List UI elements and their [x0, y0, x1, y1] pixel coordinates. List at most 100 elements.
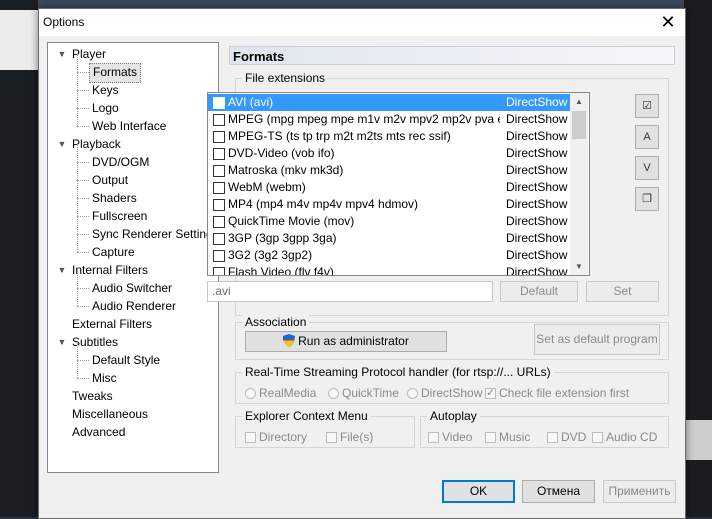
list-item[interactable]: 3GP (3gp 3gpp 3ga) DirectShow	[208, 230, 570, 247]
option-label: Audio CD	[606, 430, 658, 444]
tree-item-miscellaneous[interactable]: Miscellaneous	[72, 405, 148, 423]
options-tree[interactable]: Player ▼ Formats Keys Logo Web Interface Playb…	[47, 42, 219, 473]
format-checkbox[interactable]	[213, 267, 225, 275]
format-checkbox[interactable]	[213, 216, 225, 228]
radio-directshow[interactable]: DirectShow	[407, 386, 482, 400]
tree-item-capture[interactable]: Capture	[92, 243, 135, 261]
options-dialog: Options ✕ Player ▼ Formats Keys Logo Web Inte…	[38, 8, 686, 519]
list-item[interactable]: WebM (webm) DirectShow	[208, 179, 570, 196]
list-item[interactable]: Matroska (mkv mk3d) DirectShow	[208, 162, 570, 179]
expand-chevron-icon[interactable]: ▼	[57, 261, 67, 279]
background-app-left	[0, 0, 38, 517]
format-checkbox[interactable]	[213, 114, 225, 126]
list-item[interactable]: DVD-Video (vob ifo) DirectShow	[208, 145, 570, 162]
association-label: Association	[242, 315, 310, 329]
format-checkbox[interactable]	[213, 182, 225, 194]
option-label: DirectShow	[421, 386, 483, 400]
apply-button[interactable]: Применить	[603, 480, 676, 503]
list-item[interactable]: MPEG (mpg mpeg mpe m1v m2v mpv2 mp2v pva…	[208, 111, 570, 128]
format-filter: DirectShow	[506, 95, 568, 109]
option-label: Directory	[259, 430, 308, 444]
list-item[interactable]: MP4 (mp4 m4v mp4v mpv4 hdmov) DirectShow	[208, 196, 570, 213]
tree-item-sync-renderer-settings[interactable]: Sync Renderer Settings	[92, 225, 219, 243]
tree-item-formats[interactable]: Formats	[89, 63, 142, 83]
default-button[interactable]: Default	[500, 281, 578, 302]
tree-item-logo[interactable]: Logo	[92, 99, 119, 117]
run-as-admin-button[interactable]: Run as administrator	[245, 331, 447, 352]
check-audio-icon[interactable]: A	[635, 125, 659, 149]
checkbox-video[interactable]: Video	[428, 430, 472, 444]
list-item[interactable]: 3G2 (3g2 3gp2) DirectShow	[208, 247, 570, 264]
format-checkbox[interactable]	[213, 250, 225, 262]
tree-connector	[77, 144, 78, 162]
checkbox-file-s-[interactable]: File(s)	[326, 430, 373, 444]
tree-item-internal-filters[interactable]: Internal Filters	[72, 261, 148, 279]
list-item[interactable]: QuickTime Movie (mov) DirectShow	[208, 213, 570, 230]
checkbox-directory[interactable]: Directory	[245, 430, 307, 444]
close-icon[interactable]: ✕	[657, 12, 679, 32]
format-filter: DirectShow	[506, 146, 568, 160]
background-app-right	[684, 0, 712, 517]
option-label: Check file extension first	[499, 386, 630, 400]
tree-connector	[77, 360, 89, 361]
format-checkbox[interactable]	[213, 165, 225, 177]
tree-item-output[interactable]: Output	[92, 171, 128, 189]
check-all-icon[interactable]: ☑	[635, 94, 659, 118]
scroll-up-icon[interactable]: ▲	[570, 93, 588, 110]
tree-item-advanced[interactable]: Advanced	[72, 423, 125, 441]
tree-item-subtitles[interactable]: Subtitles	[72, 333, 118, 351]
set-default-program-button[interactable]: Set as default program	[534, 324, 660, 355]
tree-connector	[77, 180, 78, 198]
tree-item-default-style[interactable]: Default Style	[92, 351, 160, 369]
tree-connector	[77, 252, 89, 253]
format-name: 3G2 (3g2 3gp2)	[228, 248, 313, 262]
tree-item-external-filters[interactable]: External Filters	[72, 315, 152, 333]
list-item[interactable]: MPEG-TS (ts tp trp m2t m2ts mts rec ssif…	[208, 128, 570, 145]
scroll-down-icon[interactable]: ▼	[570, 258, 588, 275]
expand-chevron-icon[interactable]: ▼	[57, 45, 67, 63]
check-file-extension-checkbox[interactable]: Check file extension first	[485, 386, 629, 400]
format-checkbox[interactable]	[213, 97, 225, 109]
format-checkbox[interactable]	[213, 148, 225, 160]
format-checkbox[interactable]	[213, 131, 225, 143]
tree-connector	[77, 216, 78, 234]
tree-item-audio-switcher[interactable]: Audio Switcher	[92, 279, 172, 297]
set-button[interactable]: Set	[586, 281, 659, 302]
expand-chevron-icon[interactable]: ▼	[57, 135, 67, 153]
tree-item-shaders[interactable]: Shaders	[92, 189, 137, 207]
checkbox-dvd[interactable]: DVD	[547, 430, 586, 444]
tree-connector	[77, 162, 89, 163]
checkbox-music[interactable]: Music	[485, 430, 530, 444]
option-label: RealMedia	[259, 386, 317, 400]
cancel-button[interactable]: Отмена	[522, 480, 595, 503]
uncheck-all-icon[interactable]: ❐	[635, 187, 659, 211]
list-item[interactable]: Flash Video (flv f4v) DirectShow	[208, 264, 570, 275]
tree-connector	[77, 288, 78, 306]
format-checkbox[interactable]	[213, 233, 225, 245]
file-extensions-list[interactable]: Flash Video (flv f4v) DirectShow 3G2 (3g2 …	[207, 92, 590, 276]
tree-item-fullscreen[interactable]: Fullscreen	[92, 207, 147, 225]
format-checkbox[interactable]	[213, 199, 225, 211]
list-item[interactable]: AVI (avi) DirectShow	[208, 94, 570, 111]
radio-icon	[245, 388, 256, 399]
option-label: DVD	[561, 430, 587, 444]
tree-item-dvd-ogm[interactable]: DVD/OGM	[92, 153, 149, 171]
expand-chevron-icon[interactable]: ▼	[57, 333, 67, 351]
rtsp-label: Real-Time Streaming Protocol handler (fo…	[242, 365, 554, 379]
check-video-icon[interactable]: V	[635, 156, 659, 180]
tree-connector	[77, 90, 78, 108]
checkbox-audio-cd[interactable]: Audio CD	[592, 430, 657, 444]
tree-item-playback[interactable]: Playback	[72, 135, 121, 153]
ok-button[interactable]: OK	[442, 480, 515, 503]
tree-item-misc[interactable]: Misc	[92, 369, 117, 387]
list-scrollbar[interactable]: ▲ ▼	[570, 93, 588, 275]
scroll-thumb[interactable]	[572, 111, 586, 139]
radio-realmedia[interactable]: RealMedia	[245, 386, 316, 400]
extension-input[interactable]: .avi	[207, 281, 493, 302]
format-name: DVD-Video (vob ifo)	[228, 146, 335, 160]
tree-item-keys[interactable]: Keys	[92, 81, 119, 99]
tree-item-audio-renderer[interactable]: Audio Renderer	[92, 297, 176, 315]
tree-item-tweaks[interactable]: Tweaks	[72, 387, 113, 405]
tree-item-web-interface[interactable]: Web Interface	[92, 117, 166, 135]
radio-quicktime[interactable]: QuickTime	[328, 386, 399, 400]
